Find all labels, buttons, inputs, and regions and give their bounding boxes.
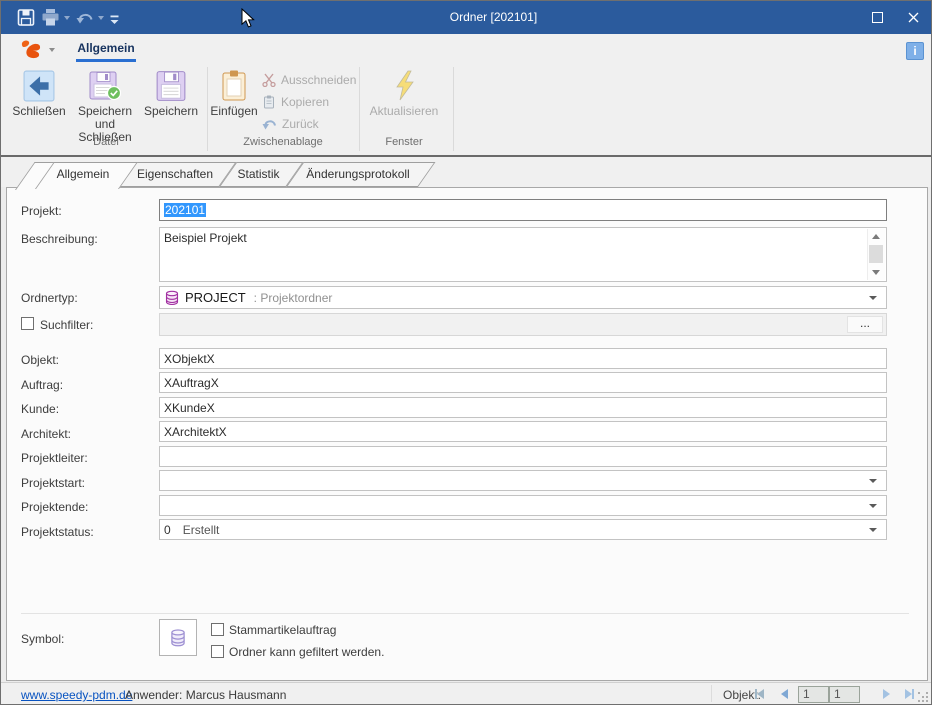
save-check-icon <box>88 70 122 102</box>
aktualisieren-button[interactable]: Aktualisieren <box>365 67 443 118</box>
user-status-text: Anwender: Marcus Hausmann <box>125 688 286 702</box>
speichern-und-schliessen-button[interactable]: Speichern und Schließen <box>67 67 143 144</box>
scroll-down-icon[interactable] <box>872 270 880 275</box>
scrollbar[interactable] <box>867 229 885 280</box>
copy-icon <box>262 95 276 109</box>
group-label-datei: Datei <box>13 136 199 148</box>
kunde-label: Kunde: <box>21 402 59 416</box>
symbol-label: Symbol: <box>21 632 64 646</box>
stammartikelauftrag-checkbox[interactable] <box>211 623 224 636</box>
objekt-label: Objekt: <box>21 353 59 367</box>
projekt-input[interactable]: 202101 <box>159 199 887 221</box>
maximize-icon <box>872 12 883 23</box>
kunde-input[interactable]: XKundeX <box>159 397 887 418</box>
website-link[interactable]: www.speedy-pdm.de <box>21 688 132 702</box>
suchfilter-input[interactable]: ... <box>159 313 887 336</box>
chevron-down-icon[interactable] <box>869 504 877 508</box>
last-record-button[interactable] <box>905 689 914 699</box>
database-icon <box>169 628 187 648</box>
ribbon-tab-underline <box>76 59 136 62</box>
logo-dropdown-icon[interactable] <box>49 48 55 52</box>
objekt-input[interactable]: XObjektX <box>159 348 887 369</box>
projekt-label: Projekt: <box>21 204 62 218</box>
selected-text: 202101 <box>164 203 206 217</box>
projektstatus-label: Projektstatus: <box>21 525 94 539</box>
projektstatus-combobox[interactable]: 0 Erstellt <box>159 519 887 540</box>
info-button[interactable]: i <box>906 42 924 60</box>
speedy-logo-icon[interactable] <box>19 39 44 65</box>
maximize-button[interactable] <box>861 1 893 34</box>
close-icon <box>908 12 919 23</box>
last-record-icon <box>912 689 914 699</box>
ribbon-separator <box>359 67 360 151</box>
chevron-down-icon[interactable] <box>869 528 877 532</box>
auftrag-label: Auftrag: <box>21 378 63 392</box>
ordnertyp-label: Ordnertyp: <box>21 291 78 305</box>
tab-aenderungsprotokoll[interactable]: Änderungsprotokoll <box>286 162 418 187</box>
group-label-zwischenablage: Zwischenablage <box>210 136 356 148</box>
zurueck-button[interactable]: Zurück <box>262 115 319 133</box>
undo-arrow-icon <box>262 118 277 131</box>
floppy-disk-icon <box>155 70 187 102</box>
ribbon-tab-allgemein[interactable]: Allgemein <box>76 41 136 55</box>
section-divider <box>21 613 909 614</box>
record-total-box[interactable]: 1 <box>829 686 860 703</box>
resize-grip[interactable] <box>918 692 920 694</box>
group-label-fenster: Fenster <box>365 136 443 148</box>
scrollbar-thumb[interactable] <box>869 245 883 263</box>
auftrag-input[interactable]: XAuftragX <box>159 372 887 393</box>
suchfilter-label: Suchfilter: <box>40 318 93 332</box>
paste-clipboard-icon <box>219 70 249 102</box>
close-button[interactable] <box>897 1 929 34</box>
suchfilter-checkbox[interactable] <box>21 317 34 330</box>
app-window: Ordner [202101] Allgemein i Schließen <box>0 0 932 705</box>
ribbon-tab-row <box>1 34 931 63</box>
record-current-box[interactable]: 1 <box>798 686 829 703</box>
ordnertyp-combobox[interactable]: PROJECT : Projektordner <box>159 286 887 309</box>
projektende-datepicker[interactable] <box>159 495 887 516</box>
ordner-filter-checkbox[interactable] <box>211 645 224 658</box>
ordner-filter-label: Ordner kann gefiltert werden. <box>229 645 384 659</box>
speichern-button[interactable]: Speichern <box>143 67 199 118</box>
projektstart-datepicker[interactable] <box>159 470 887 491</box>
database-icon <box>164 290 180 306</box>
ribbon-separator <box>207 67 208 151</box>
window-title: Ordner [202101] <box>1 10 931 24</box>
ausschneiden-button[interactable]: Ausschneiden <box>262 71 356 89</box>
architekt-input[interactable]: XArchitektX <box>159 421 887 442</box>
stammartikelauftrag-label: Stammartikelauftrag <box>229 623 336 637</box>
scroll-up-icon[interactable] <box>872 234 880 239</box>
first-record-button[interactable] <box>755 689 764 699</box>
tab-allgemein[interactable]: Allgemein <box>35 162 119 189</box>
projektende-label: Projektende: <box>21 500 88 514</box>
tab-statistik[interactable]: Statistik <box>219 162 286 187</box>
close-arrow-icon <box>23 70 55 102</box>
projektleiter-label: Projektleiter: <box>21 451 88 465</box>
previous-record-button[interactable] <box>781 689 788 699</box>
next-record-button[interactable] <box>883 689 890 699</box>
symbol-button[interactable] <box>159 619 197 656</box>
architekt-label: Architekt: <box>21 427 71 441</box>
chevron-down-icon[interactable] <box>869 296 877 300</box>
projektstart-label: Projektstart: <box>21 476 85 490</box>
ribbon-separator <box>453 67 454 151</box>
beschreibung-textarea[interactable]: Beispiel Projekt <box>159 227 887 282</box>
schliessen-button[interactable]: Schließen <box>13 67 65 118</box>
kopieren-button[interactable]: Kopieren <box>262 93 329 111</box>
einfuegen-button[interactable]: Einfügen <box>210 67 258 118</box>
projektleiter-input[interactable] <box>159 446 887 467</box>
scissors-icon <box>262 73 276 87</box>
chevron-down-icon[interactable] <box>869 479 877 483</box>
statusbar-separator <box>711 685 712 702</box>
beschreibung-label: Beschreibung: <box>21 232 98 246</box>
browse-button[interactable]: ... <box>847 316 883 333</box>
lightning-icon <box>391 70 417 102</box>
